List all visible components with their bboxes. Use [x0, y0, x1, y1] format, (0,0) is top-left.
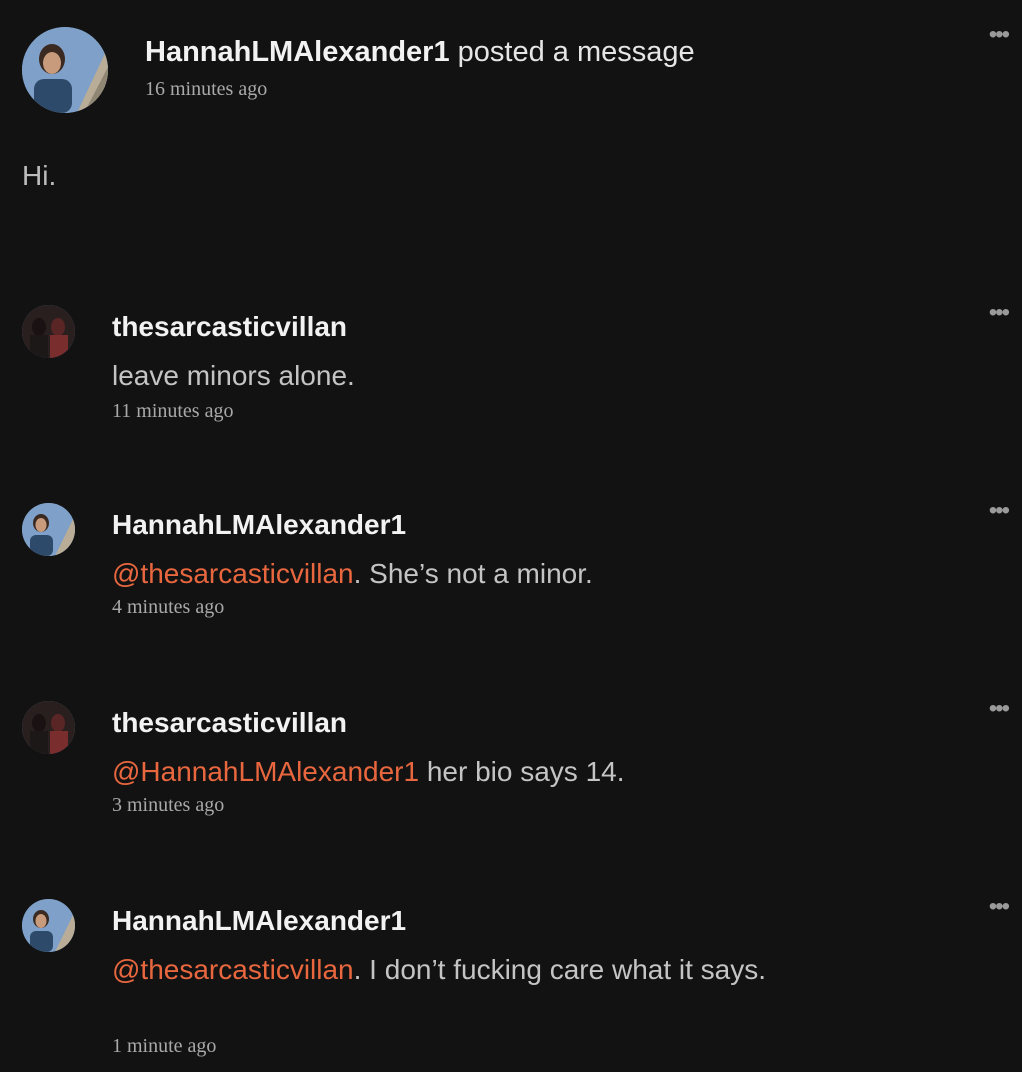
post-body: Hi.: [22, 160, 57, 191]
poster-avatar[interactable]: [22, 27, 108, 113]
avatar-image-villan: [22, 305, 75, 358]
commenter-avatar[interactable]: [22, 305, 75, 358]
comment-author[interactable]: HannahLMAlexander1: [112, 509, 406, 541]
comment-timestamp: 3 minutes ago: [112, 794, 225, 816]
commenter-avatar[interactable]: [22, 503, 75, 556]
comment-author[interactable]: HannahLMAlexander1: [112, 905, 406, 937]
commenter-avatar[interactable]: [22, 701, 75, 754]
mention-link[interactable]: @thesarcasticvillan: [112, 954, 354, 985]
comment-body: her bio says 14.: [419, 756, 625, 787]
comment-text: @HannahLMAlexander1 her bio says 14.: [112, 751, 812, 793]
avatar-image-hannah: [22, 27, 108, 113]
comment-timestamp: 1 minute ago: [112, 1035, 217, 1057]
comment-text: leave minors alone.: [112, 355, 812, 397]
post-timestamp: 16 minutes ago: [145, 78, 268, 100]
mention-link[interactable]: @HannahLMAlexander1: [112, 756, 419, 787]
mention-link[interactable]: @thesarcasticvillan: [112, 558, 354, 589]
post-action-text: posted a message: [457, 36, 695, 68]
avatar-image-hannah: [22, 503, 75, 556]
more-horizontal-icon[interactable]: •••: [989, 23, 1010, 47]
more-horizontal-icon[interactable]: •••: [989, 697, 1010, 721]
comment-text: @thesarcasticvillan. I don’t fucking car…: [112, 949, 772, 991]
more-horizontal-icon[interactable]: •••: [989, 301, 1010, 325]
comment-timestamp: 4 minutes ago: [112, 596, 225, 618]
comment-body: leave minors alone.: [112, 360, 355, 391]
comment-text: @thesarcasticvillan. She’s not a minor.: [112, 553, 812, 595]
comment-author[interactable]: thesarcasticvillan: [112, 707, 347, 739]
comment-body: . I don’t fucking care what it says.: [353, 954, 767, 985]
avatar-image-villan: [22, 701, 75, 754]
post-title-line: HannahLMAlexander1 posted a message: [145, 35, 695, 69]
post-header: HannahLMAlexander1 posted a message 16 m…: [22, 27, 1022, 117]
avatar-image-hannah: [22, 899, 75, 952]
comment-author[interactable]: thesarcasticvillan: [112, 311, 347, 343]
more-horizontal-icon[interactable]: •••: [989, 895, 1010, 919]
more-horizontal-icon[interactable]: •••: [989, 499, 1010, 523]
comment-timestamp: 11 minutes ago: [112, 400, 234, 422]
comment-body: . She’s not a minor.: [353, 558, 593, 589]
poster-username[interactable]: HannahLMAlexander1: [145, 36, 450, 68]
commenter-avatar[interactable]: [22, 899, 75, 952]
